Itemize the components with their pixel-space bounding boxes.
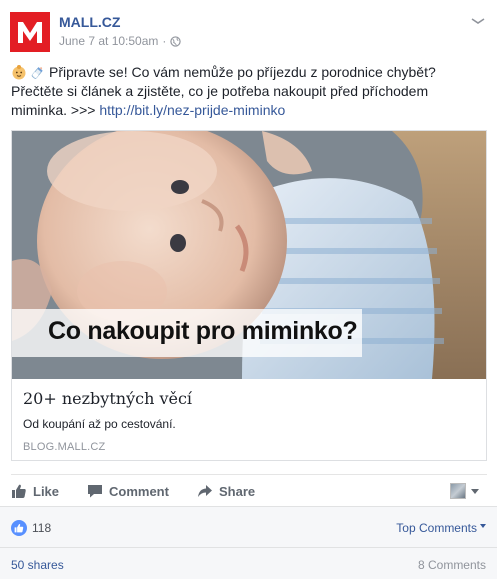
page-name[interactable]: MALL.CZ (59, 14, 120, 30)
top-comments-dropdown[interactable]: Top Comments (396, 521, 486, 535)
options-chevron-icon[interactable] (471, 18, 485, 24)
chevron-down-icon (471, 488, 479, 494)
like-label: Like (33, 483, 60, 499)
reactions-summary[interactable]: 118 (11, 520, 51, 536)
baby-photo[interactable]: Co nakoupit pro miminko? (12, 131, 486, 379)
chevron-down-icon (480, 524, 486, 528)
comment-button[interactable]: Comment (87, 483, 169, 499)
top-comments-label: Top Comments (396, 521, 477, 535)
post-meta: June 7 at 10:50am · (59, 34, 182, 48)
baby-face-icon (12, 65, 26, 80)
shares-link[interactable]: 50 shares (11, 558, 64, 572)
actions-bar: Like Comment Share (11, 474, 487, 506)
facebook-post: MALL.CZ June 7 at 10:50am · Připravte se… (0, 0, 497, 579)
page-logo[interactable] (10, 12, 50, 52)
card-title[interactable]: 20+ nezbytných věcí (23, 389, 192, 408)
link-preview-card[interactable]: Co nakoupit pro miminko? 20+ nezbytných … (11, 130, 487, 461)
post-as-selector[interactable] (450, 483, 479, 499)
meta-separator: · (162, 34, 167, 48)
thumbs-up-icon (12, 484, 26, 498)
share-label: Share (219, 483, 256, 499)
post-message: Připravte se! Co vám nemůže po příjezdu … (11, 63, 487, 120)
baby-bottle-icon (31, 67, 43, 79)
comments-count[interactable]: 8 Comments (418, 558, 486, 572)
post-timestamp[interactable]: June 7 at 10:50am (59, 34, 158, 48)
like-reaction-icon (11, 520, 27, 536)
image-overlay-text: Co nakoupit pro miminko? (48, 317, 358, 345)
footer-divider (0, 547, 497, 548)
comment-label: Comment (109, 483, 169, 499)
reaction-count: 118 (32, 521, 52, 535)
like-button[interactable]: Like (11, 483, 59, 499)
share-arrow-icon (198, 485, 212, 497)
mall-logo-icon (18, 22, 42, 43)
globe-icon[interactable] (170, 35, 182, 47)
message-link[interactable]: http://bit.ly/nez-prijde-miminko (99, 102, 285, 118)
comment-bubble-icon (88, 485, 102, 498)
card-domain: BLOG.MALL.CZ (23, 441, 106, 453)
post-footer: 118 Top Comments 50 shares 8 Comments (0, 506, 497, 579)
share-button[interactable]: Share (197, 483, 255, 499)
avatar (450, 483, 466, 499)
card-description: Od koupání až po cestování. (23, 417, 176, 431)
